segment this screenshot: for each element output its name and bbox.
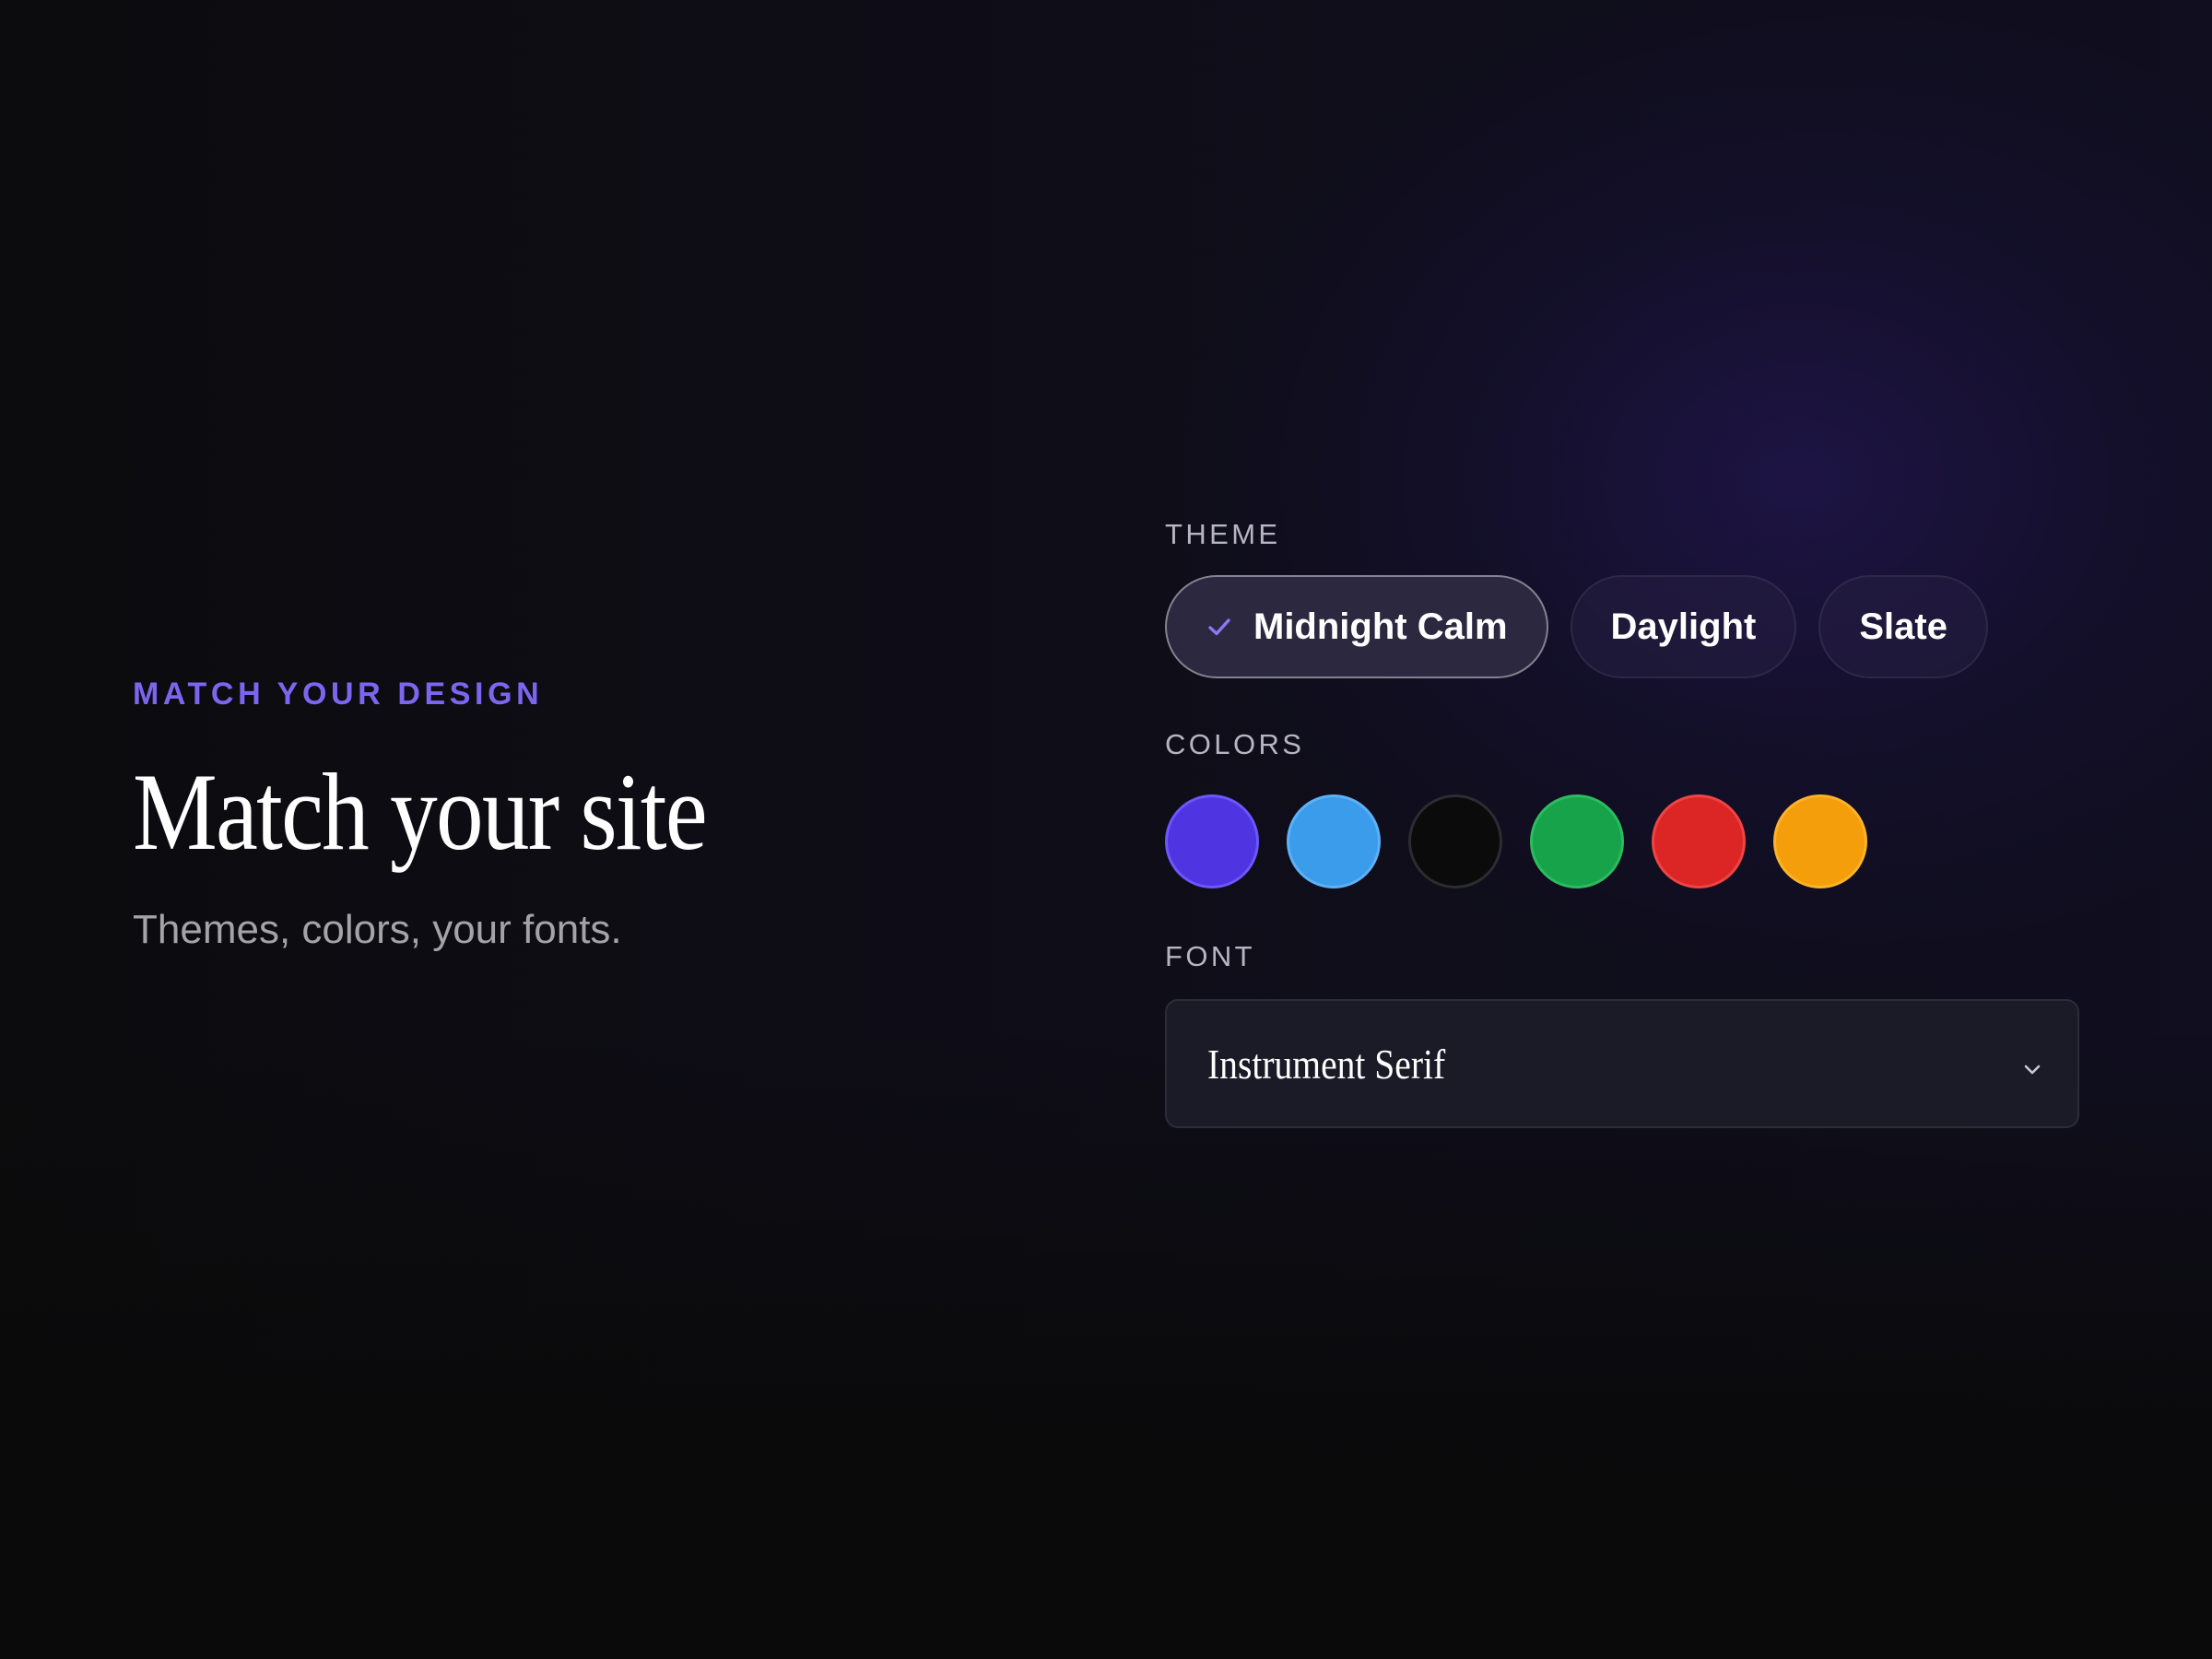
- theme-option-midnight-calm[interactable]: Midnight Calm: [1165, 575, 1548, 678]
- colors-label: COLORS: [1165, 728, 1305, 760]
- page-subtitle: Themes, colors, your fonts.: [133, 907, 622, 952]
- theme-options: Midnight Calm Daylight Slate: [1165, 575, 2079, 678]
- color-swatch-black[interactable]: [1408, 794, 1502, 888]
- hero-section: MATCH YOUR DESIGN Match your site Themes…: [133, 675, 1054, 955]
- theme-option-daylight[interactable]: Daylight: [1570, 575, 1797, 678]
- color-swatch-amber[interactable]: [1773, 794, 1867, 888]
- font-select[interactable]: Instrument Serif: [1165, 999, 2079, 1128]
- customization-panel: THEME Midnight Calm Daylight Slate COLOR…: [1165, 516, 2079, 1128]
- color-swatches: [1165, 794, 2079, 888]
- theme-option-slate[interactable]: Slate: [1818, 575, 1988, 678]
- font-label: FONT: [1165, 940, 1255, 972]
- chevron-down-icon: [2020, 1057, 2044, 1081]
- page-title: Match your site: [133, 750, 708, 873]
- color-swatch-red[interactable]: [1652, 794, 1746, 888]
- color-swatch-blue[interactable]: [1287, 794, 1381, 888]
- theme-option-label: Midnight Calm: [1253, 606, 1508, 647]
- eyebrow-label: MATCH YOUR DESIGN: [133, 677, 544, 712]
- color-swatch-green[interactable]: [1530, 794, 1624, 888]
- color-swatch-indigo[interactable]: [1165, 794, 1259, 888]
- theme-label: THEME: [1165, 518, 1281, 550]
- theme-option-label: Daylight: [1610, 606, 1757, 647]
- check-icon: [1204, 611, 1235, 642]
- font-select-value: Instrument Serif: [1207, 1040, 1446, 1088]
- theme-option-label: Slate: [1859, 606, 1947, 647]
